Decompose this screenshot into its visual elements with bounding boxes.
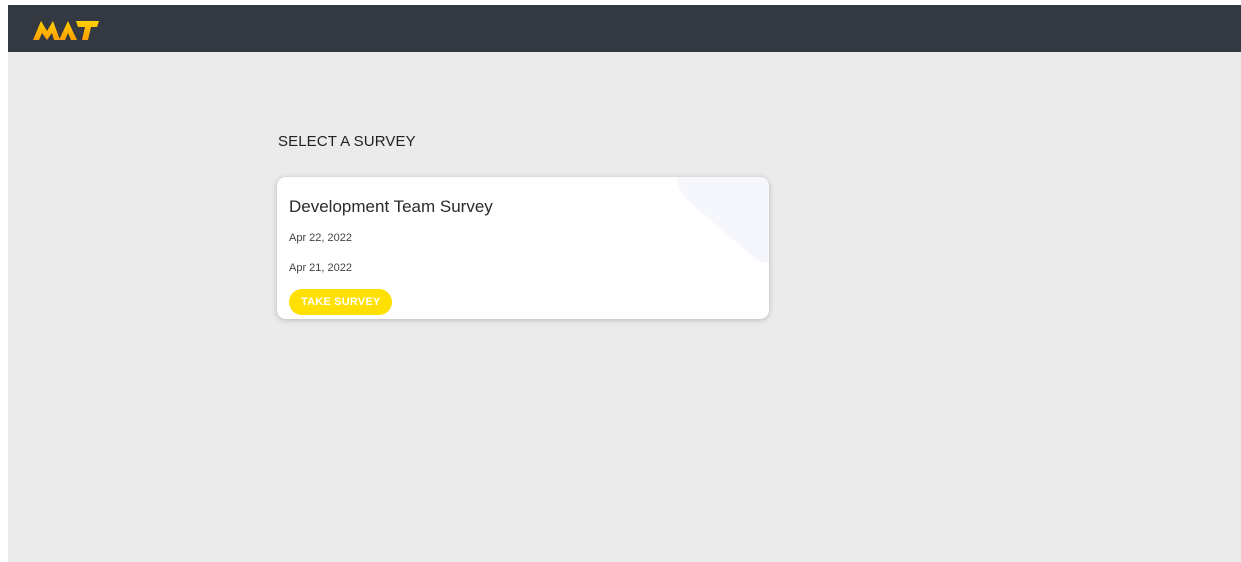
survey-date-secondary: Apr 21, 2022	[289, 262, 352, 274]
top-navigation-bar	[8, 5, 1241, 52]
card-corner-decoration	[677, 177, 769, 263]
survey-title: Development Team Survey	[289, 197, 493, 216]
page-title: SELECT A SURVEY	[278, 133, 416, 150]
mat-logo-icon[interactable]	[33, 18, 99, 40]
survey-card: Development Team Survey Apr 22, 2022 Apr…	[277, 177, 769, 319]
app-frame: SELECT A SURVEY Development Team Survey …	[8, 5, 1241, 562]
survey-date-primary: Apr 22, 2022	[289, 232, 352, 244]
take-survey-button[interactable]: TAKE SURVEY	[289, 289, 393, 315]
survey-selection-section: SELECT A SURVEY Development Team Survey …	[277, 133, 769, 319]
